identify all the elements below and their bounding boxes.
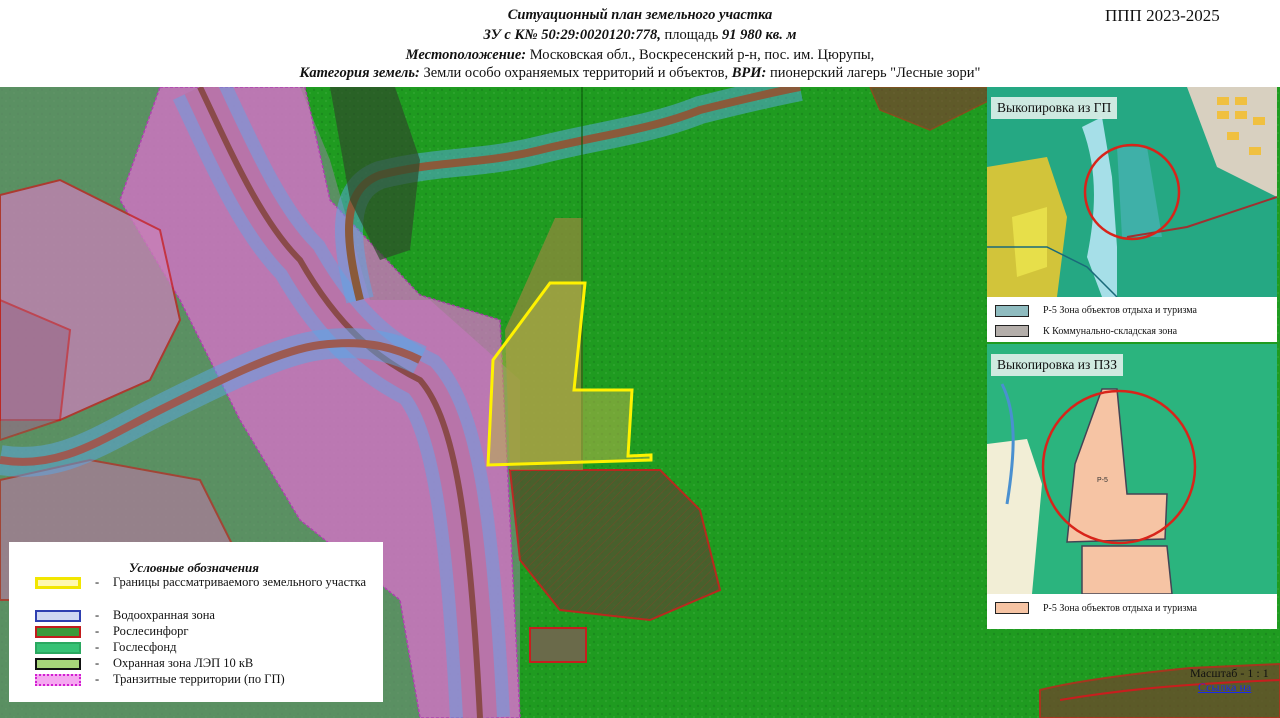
gp-legend-label-k: К Коммунально-складская зона <box>1043 326 1178 337</box>
legend-label-water-zone: Водоохранная зона <box>113 608 215 622</box>
gp-inset[interactable]: Выкопировка из ГП Р-5 Зона объектов отды… <box>987 87 1277 342</box>
legend-item-transit: - Транзитные территории (по ГП) <box>35 672 380 688</box>
legend-label-parcel: Границы рассматриваемого земельного учас… <box>113 575 367 589</box>
legend-item-parcel: - Границы рассматриваемого земельного уч… <box>35 575 380 607</box>
map-link[interactable]: Ссылка на <box>1198 680 1251 695</box>
legend-item-water-zone: - Водоохранная зона <box>35 608 380 624</box>
legend-swatch-parcel <box>35 577 81 589</box>
gp-legend-label-r5: Р-5 Зона объектов отдыха и туризма <box>1043 305 1197 316</box>
legend-swatch-power-line <box>35 658 81 670</box>
legend-label-goslesfond: Гослесфонд <box>113 640 177 654</box>
pzz-zone-label: Р-5 <box>1097 477 1108 484</box>
category-info: Категория земель: Земли особо охраняемых… <box>299 65 981 81</box>
map-legend: Условные обозначения - Границы рассматри… <box>9 542 383 702</box>
gp-inset-title: Выкопировка из ГП <box>991 97 1118 119</box>
pzz-inset-legend: Р-5 Зона объектов отдыха и туризма <box>987 594 1277 629</box>
legend-label-transit: Транзитные территории (по ГП) <box>113 672 285 686</box>
legend-item-goslesfond: - Гослесфонд <box>35 640 380 656</box>
map-title: Ситуационный план земельного участка <box>507 7 773 23</box>
legend-swatch-transit <box>35 674 81 686</box>
parcel-info: ЗУ с К№ 50:29:0020120:778, площадь 91 98… <box>483 27 797 43</box>
gp-inset-legend: Р-5 Зона объектов отдыха и туризма К Ком… <box>987 297 1277 342</box>
legend-label-power-line: Охранная зона ЛЭП 10 кВ <box>113 656 254 670</box>
map-header: Ситуационный план земельного участка ЗУ … <box>0 0 1280 87</box>
legend-swatch-goslesfond <box>35 642 81 654</box>
pzz-legend-label-r5: Р-5 Зона объектов отдыха и туризма <box>1043 603 1197 614</box>
legend-title: Условные обозначения <box>129 560 259 575</box>
pzz-legend-swatch-r5 <box>995 602 1029 614</box>
legend-item-roslesinforg: - Рослесинфорг <box>35 624 380 640</box>
pzz-inset[interactable]: Выкопировка из ПЗЗ Р-5 Р-5 Зона объектов… <box>987 344 1277 629</box>
gp-legend-swatch-k <box>995 325 1029 337</box>
legend-item-power-line: - Охранная зона ЛЭП 10 кВ <box>35 656 380 672</box>
gp-legend-swatch-r5 <box>995 305 1029 317</box>
document-code: ППП 2023-2025 <box>1105 6 1220 25</box>
legend-swatch-roslesinforg <box>35 626 81 638</box>
legend-swatch-water-zone <box>35 610 81 622</box>
legend-label-roslesinforg: Рослесинфорг <box>113 624 189 638</box>
map-scale: Масштаб - 1 : 1 <box>1190 666 1269 680</box>
pzz-inset-title: Выкопировка из ПЗЗ <box>991 354 1123 376</box>
pzz-inset-map <box>987 344 1277 594</box>
